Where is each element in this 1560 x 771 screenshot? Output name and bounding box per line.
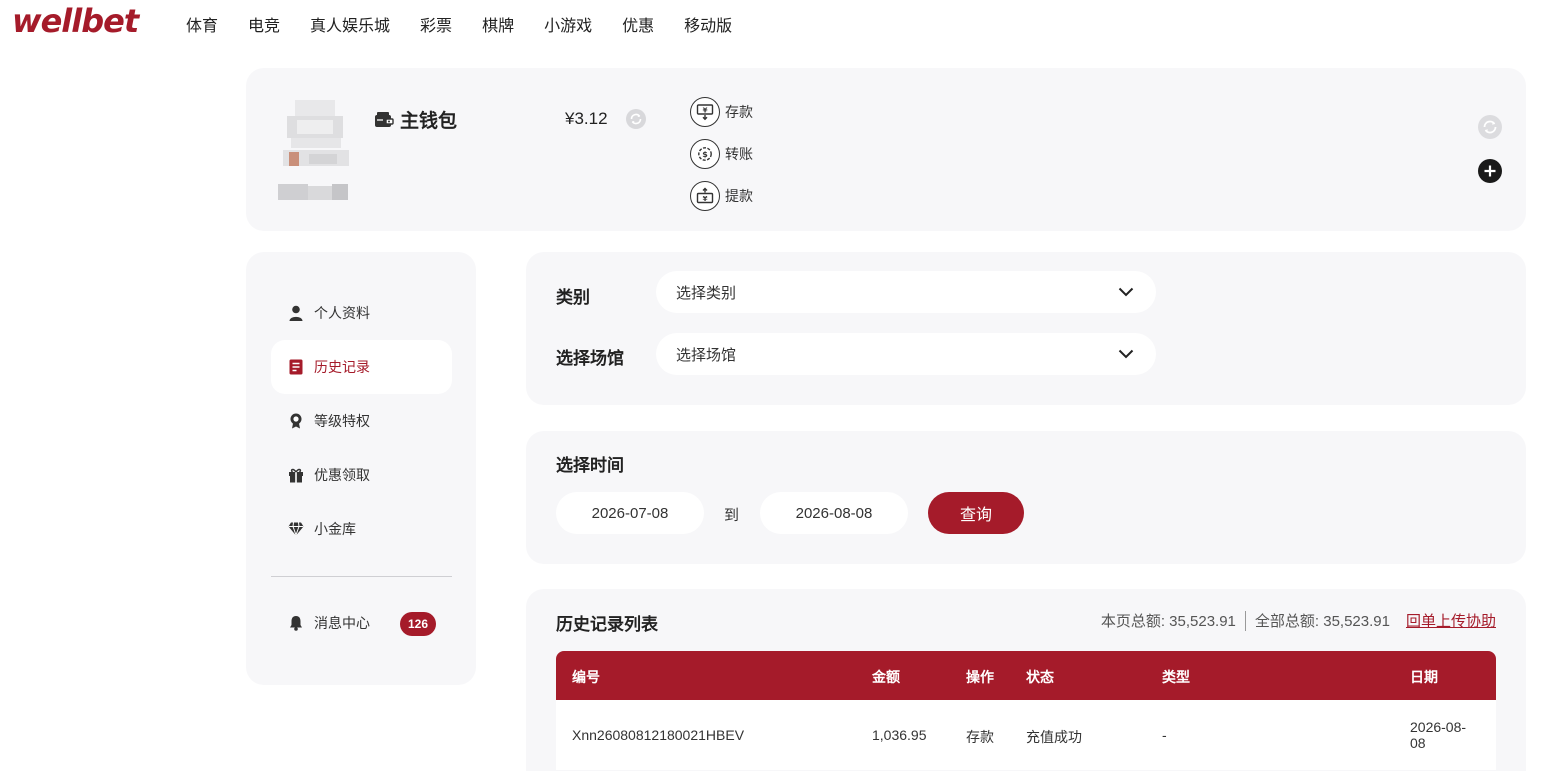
category-select-value: 选择类别 [676,284,737,302]
add-wallet-button[interactable] [1478,159,1502,188]
avatar [283,100,349,170]
nav-item-chess[interactable]: 棋牌 [482,12,514,36]
nav-item-live-casino[interactable]: 真人娱乐城 [310,12,390,36]
column-header-status: 状态 [1026,669,1054,685]
plus-icon [1478,159,1502,183]
nav-item-lottery[interactable]: 彩票 [420,12,452,36]
username-blurred [278,182,350,204]
refresh-all-icon[interactable] [1478,115,1502,144]
sidebar-item-vault[interactable]: 小金库 [271,502,452,556]
column-header-id: 编号 [572,669,600,685]
column-header-date: 日期 [1410,669,1438,685]
column-header-operation: 操作 [966,669,994,685]
deposit-label: 存款 [725,104,753,120]
sidebar-item-history[interactable]: 历史记录 [271,340,452,394]
account-sidebar: 个人资料 历史记录 等级特权 优惠领取 小金库 消息中心 126 [246,252,476,685]
table-header: 编号 金额 操作 状态 类型 日期 [556,651,1496,700]
cell-amount: 1,036.95 [872,727,927,743]
cell-status: 充值成功 [1026,729,1082,745]
query-button[interactable]: 查询 [928,492,1024,534]
history-list-card: 历史记录列表 本页总额: 35,523.91 全部总额: 35,523.91 回… [526,589,1526,771]
sidebar-item-profile[interactable]: 个人资料 [271,286,452,340]
history-list-title: 历史记录列表 [556,615,658,634]
table-row[interactable]: Xnn26080812180021HBEV 1,036.95 存款 充值成功 -… [556,700,1496,770]
main-nav: 体育 电竞 真人娱乐城 彩票 棋牌 小游戏 优惠 移动版 [186,12,762,36]
totals-summary: 本页总额: 35,523.91 全部总额: 35,523.91 回单上传协助 [1101,610,1496,631]
date-range-title: 选择时间 [556,456,624,475]
wallet-card: 主钱包 ¥3.12 ¥ 存款 $ 转账 ¥ 提款 [246,68,1526,231]
nav-item-promotions[interactable]: 优惠 [622,12,654,36]
sidebar-item-label: 历史记录 [314,359,370,375]
withdraw-label: 提款 [725,188,753,204]
wallet-balance: ¥3.12 [565,109,608,128]
history-table: 编号 金额 操作 状态 类型 日期 Xnn26080812180021HBEV … [556,651,1496,770]
sidebar-item-label: 消息中心 [314,615,370,631]
start-date-input[interactable] [556,492,704,534]
sidebar-item-label: 个人资料 [314,305,370,321]
sidebar-item-promotions[interactable]: 优惠领取 [271,448,452,502]
totals-separator [1244,610,1246,631]
nav-item-mini-games[interactable]: 小游戏 [544,12,592,36]
withdraw-icon: ¥ [690,181,720,211]
main-wallet-label: 主钱包 [400,111,458,132]
transfer-label: 转账 [725,146,753,162]
refresh-balance-icon[interactable] [626,109,646,134]
page-total: 本页总额: 35,523.91 [1100,613,1236,630]
sidebar-item-vip-level[interactable]: 等级特权 [271,394,452,448]
wallet-icon [375,111,394,127]
column-header-type: 类型 [1162,669,1190,685]
venue-select[interactable]: 选择场馆 [656,333,1156,375]
category-label: 类别 [556,288,590,307]
brand-logo[interactable]: wellbet [12,2,139,40]
cell-id: Xnn26080812180021HBEV [572,727,745,743]
date-to-label: 到 [724,507,740,524]
svg-text:$: $ [702,150,708,159]
chevron-down-icon [1118,287,1134,297]
sidebar-item-label: 优惠领取 [314,467,370,483]
chevron-down-icon [1118,349,1134,359]
cell-type: - [1162,727,1167,743]
nav-item-sports[interactable]: 体育 [186,12,218,36]
diamond-icon [288,521,304,537]
top-navbar: wellbet 体育 电竞 真人娱乐城 彩票 棋牌 小游戏 优惠 移动版 [0,0,1560,44]
deposit-icon: ¥ [690,97,720,127]
date-range-card: 选择时间 到 查询 [526,431,1526,564]
history-icon [288,359,304,375]
cell-operation: 存款 [966,729,994,745]
svg-text:¥: ¥ [703,107,708,115]
sidebar-item-label: 等级特权 [314,413,370,429]
transfer-icon: $ [690,139,720,169]
venue-select-value: 选择场馆 [676,346,737,364]
deposit-button[interactable]: ¥ 存款 [690,96,753,128]
withdraw-button[interactable]: ¥ 提款 [690,180,753,212]
sidebar-divider [271,576,452,577]
all-total: 全部总额: 35,523.91 [1254,613,1390,630]
nav-item-mobile[interactable]: 移动版 [684,12,732,36]
column-header-amount: 金额 [872,669,900,685]
main-wallet-title: 主钱包 [374,106,457,133]
bell-icon [288,615,304,631]
wallet-actions: ¥ 存款 $ 转账 ¥ 提款 [690,96,753,222]
cell-date: 2026-08-08 [1410,719,1467,751]
unread-messages-badge: 126 [400,612,436,636]
end-date-input[interactable] [760,492,908,534]
filter-card: 类别 选择类别 选择场馆 选择场馆 [526,252,1526,405]
medal-icon [288,413,304,429]
receipt-upload-help-link[interactable]: 回单上传协助 [1406,610,1496,631]
user-icon [288,305,304,321]
sidebar-item-label: 小金库 [314,521,356,537]
nav-item-esports[interactable]: 电竞 [248,12,280,36]
transfer-button[interactable]: $ 转账 [690,138,753,170]
gift-icon [288,467,304,483]
category-select[interactable]: 选择类别 [656,271,1156,313]
venue-label: 选择场馆 [556,349,624,368]
svg-text:¥: ¥ [703,195,708,203]
